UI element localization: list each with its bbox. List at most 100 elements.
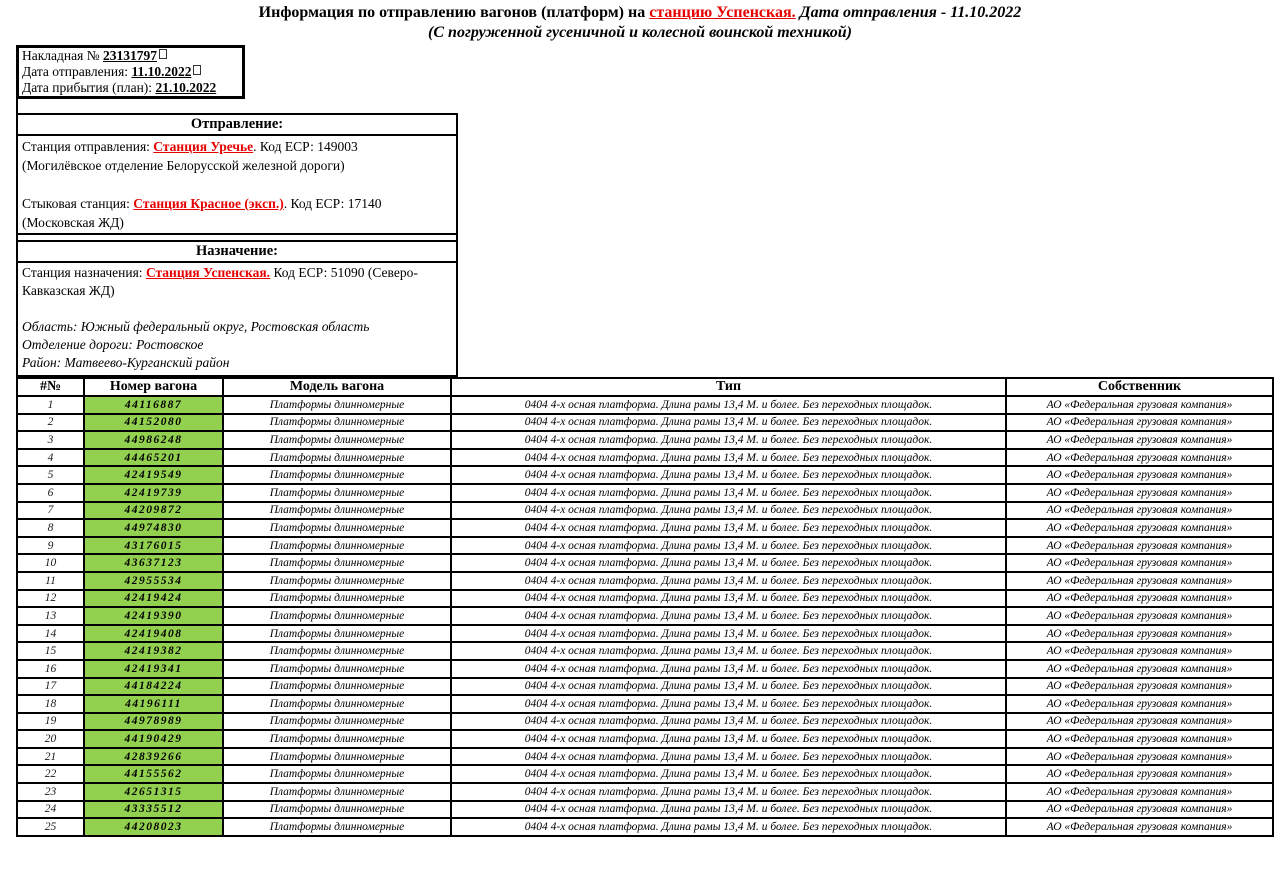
wagon-model-cell: Платформы длинномерные [223, 396, 451, 414]
col-header-type: Тип [451, 378, 1006, 396]
table-row: 2342651315Платформы длинномерные0404 4-х… [17, 783, 1273, 801]
wagon-model-cell: Платформы длинномерные [223, 572, 451, 590]
owner-cell: АО «Федеральная грузовая компания» [1006, 748, 1273, 766]
row-index-cell: 15 [17, 642, 84, 660]
owner-cell: АО «Федеральная грузовая компания» [1006, 519, 1273, 537]
row-index-cell: 5 [17, 466, 84, 484]
waybill-info-box: Накладная № 23131797 Дата отправления: 1… [16, 45, 245, 99]
wagon-number-cell: 44209872 [84, 502, 223, 520]
table-row: 2142839266Платформы длинномерные0404 4-х… [17, 748, 1273, 766]
wagon-model-cell: Платформы длинномерные [223, 607, 451, 625]
table-row: 844974830Платформы длинномерные0404 4-х … [17, 519, 1273, 537]
destination-district: Район: Матвеево-Курганский район [22, 354, 452, 372]
owner-cell: АО «Федеральная грузовая компания» [1006, 396, 1273, 414]
header-row: #№ Номер вагона Модель вагона Тип Собств… [17, 378, 1273, 396]
table-row: 1142955534Платформы длинномерные0404 4-х… [17, 572, 1273, 590]
row-index-cell: 2 [17, 414, 84, 432]
wagon-type-cell: 0404 4-х осная платформа. Длина рамы 13,… [451, 818, 1006, 836]
title-line-1: Информация по отправлению вагонов (платф… [0, 3, 1280, 23]
title-station-link[interactable]: станцию Успенская. [649, 4, 795, 21]
wagon-model-cell: Платформы длинномерные [223, 801, 451, 819]
wagon-model-cell: Платформы длинномерные [223, 537, 451, 555]
junction-station-line: Стыковая станция: Станция Красное (эксп.… [22, 194, 452, 213]
wagon-type-cell: 0404 4-х осная платформа. Длина рамы 13,… [451, 765, 1006, 783]
wagon-type-cell: 0404 4-х осная платформа. Длина рамы 13,… [451, 572, 1006, 590]
departure-station-link[interactable]: Станция Уречье [153, 139, 253, 154]
wagon-model-cell: Платформы длинномерные [223, 783, 451, 801]
table-row: 1242419424Платформы длинномерные0404 4-х… [17, 590, 1273, 608]
page-title: Информация по отправлению вагонов (платф… [0, 3, 1280, 42]
wagon-number-cell: 42419341 [84, 660, 223, 678]
junction-station-link[interactable]: Станция Красное (эксп.) [133, 196, 283, 211]
wagon-model-cell: Платформы длинномерные [223, 730, 451, 748]
row-index-cell: 21 [17, 748, 84, 766]
wagon-number-cell: 44196111 [84, 695, 223, 713]
row-index-cell: 23 [17, 783, 84, 801]
departure-station-code: . Код ЕСР: 149003 [253, 139, 358, 154]
table-row: 144116887Платформы длинномерные0404 4-х … [17, 396, 1273, 414]
wagon-number-cell: 44155562 [84, 765, 223, 783]
wagon-type-cell: 0404 4-х осная платформа. Длина рамы 13,… [451, 730, 1006, 748]
owner-cell: АО «Федеральная грузовая компания» [1006, 642, 1273, 660]
wagon-number-cell: 43637123 [84, 554, 223, 572]
owner-cell: АО «Федеральная грузовая компания» [1006, 607, 1273, 625]
table-row: 1844196111Платформы длинномерные0404 4-х… [17, 695, 1273, 713]
col-header-index: #№ [17, 378, 84, 396]
junction-station-label: Стыковая станция: [22, 196, 133, 211]
row-index-cell: 14 [17, 625, 84, 643]
col-header-wagon-model: Модель вагона [223, 378, 451, 396]
wagon-type-cell: 0404 4-х осная платформа. Длина рамы 13,… [451, 695, 1006, 713]
missing-glyph-box-icon [159, 49, 167, 59]
destination-station-label: Станция назначения: [22, 265, 146, 280]
wagon-number-cell: 42419549 [84, 466, 223, 484]
wagon-number-cell: 42419739 [84, 484, 223, 502]
table-row: 1342419390Платформы длинномерные0404 4-х… [17, 607, 1273, 625]
owner-cell: АО «Федеральная грузовая компания» [1006, 431, 1273, 449]
wagon-model-cell: Платформы длинномерные [223, 554, 451, 572]
destination-division: Отделение дороги: Ростовское [22, 336, 452, 354]
wagon-model-cell: Платформы длинномерные [223, 625, 451, 643]
junction-station-note: (Московская ЖД) [22, 213, 452, 232]
title-prefix: Информация по отправлению вагонов (платф… [259, 4, 650, 21]
wagon-type-cell: 0404 4-х осная платформа. Длина рамы 13,… [451, 590, 1006, 608]
table-row: 1542419382Платформы длинномерные0404 4-х… [17, 642, 1273, 660]
wagon-type-cell: 0404 4-х осная платформа. Длина рамы 13,… [451, 625, 1006, 643]
wagon-type-cell: 0404 4-х осная платформа. Длина рамы 13,… [451, 801, 1006, 819]
arrival-date-value: 21.10.2022 [155, 80, 216, 95]
table-row: 2044190429Платформы длинномерные0404 4-х… [17, 730, 1273, 748]
departure-date-value: 11.10.2022 [131, 64, 191, 79]
owner-cell: АО «Федеральная грузовая компания» [1006, 502, 1273, 520]
wagon-model-cell: Платформы длинномерные [223, 818, 451, 836]
wagon-type-cell: 0404 4-х осная платформа. Длина рамы 13,… [451, 484, 1006, 502]
wagon-type-cell: 0404 4-х осная платформа. Длина рамы 13,… [451, 660, 1006, 678]
wagon-model-cell: Платформы длинномерные [223, 748, 451, 766]
wagon-number-cell: 42651315 [84, 783, 223, 801]
wagon-model-cell: Платформы длинномерные [223, 449, 451, 467]
col-header-owner: Собственник [1006, 378, 1273, 396]
wagon-model-cell: Платформы длинномерные [223, 765, 451, 783]
table-row: 943176015Платформы длинномерные0404 4-х … [17, 537, 1273, 555]
table-row: 1744184224Платформы длинномерные0404 4-х… [17, 678, 1273, 696]
missing-glyph-box-icon [193, 65, 201, 75]
wagon-number-cell: 44116887 [84, 396, 223, 414]
row-index-cell: 1 [17, 396, 84, 414]
table-row: 744209872Платформы длинномерные0404 4-х … [17, 502, 1273, 520]
departure-station-line: Станция отправления: Станция Уречье. Код… [22, 137, 452, 156]
wagon-type-cell: 0404 4-х осная платформа. Длина рамы 13,… [451, 783, 1006, 801]
wagon-model-cell: Платформы длинномерные [223, 502, 451, 520]
row-index-cell: 13 [17, 607, 84, 625]
table-row: 1043637123Платформы длинномерные0404 4-х… [17, 554, 1273, 572]
table-row: 444465201Платформы длинномерные0404 4-х … [17, 449, 1273, 467]
wagon-type-cell: 0404 4-х осная платформа. Длина рамы 13,… [451, 642, 1006, 660]
destination-station-link[interactable]: Станция Успенская. [146, 265, 270, 280]
table-row: 2244155562Платформы длинномерные0404 4-х… [17, 765, 1273, 783]
wagon-number-cell: 42955534 [84, 572, 223, 590]
row-index-cell: 8 [17, 519, 84, 537]
wagon-number-cell: 44152080 [84, 414, 223, 432]
wagon-type-cell: 0404 4-х осная платформа. Длина рамы 13,… [451, 519, 1006, 537]
departure-station-label: Станция отправления: [22, 139, 153, 154]
wagon-model-cell: Платформы длинномерные [223, 484, 451, 502]
waybill-number-value: 23131797 [103, 48, 157, 63]
wagon-table: #№ Номер вагона Модель вагона Тип Собств… [16, 377, 1274, 837]
table-row: 1944978989Платформы длинномерные0404 4-х… [17, 713, 1273, 731]
